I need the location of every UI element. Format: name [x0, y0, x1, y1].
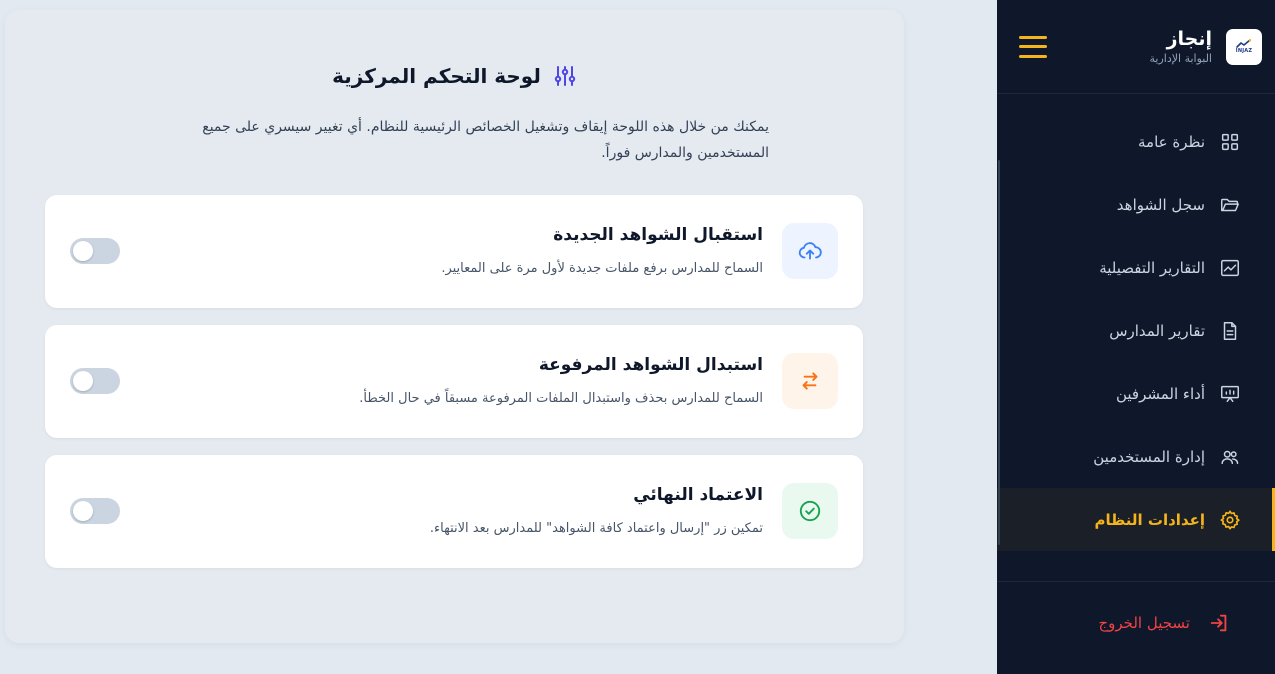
- sidebar-nav: نظرة عامة سجل الشواهد التقارير التفصيلية…: [997, 110, 1275, 551]
- toggle-knob: [73, 371, 93, 391]
- feature-card-replace-evidence: استبدال الشواهد المرفوعة السماح للمدارس …: [45, 325, 863, 438]
- brand-logo[interactable]: INJAZ: [1226, 28, 1262, 65]
- card-icon-box: [782, 483, 838, 539]
- sidebar: INJAZ إنجاز البوابة الإدارية نظرة عامة س…: [997, 0, 1275, 674]
- sidebar-item-label: إعدادات النظام: [1094, 510, 1205, 529]
- sidebar-item-label: التقارير التفصيلية: [1099, 258, 1205, 277]
- card-title: استبدال الشواهد المرفوعة: [538, 355, 763, 375]
- document-icon: [1223, 321, 1237, 340]
- sidebar-item-detailed-reports[interactable]: التقارير التفصيلية: [997, 236, 1275, 299]
- card-title: استقبال الشواهد الجديدة: [553, 225, 763, 245]
- brand-name: إنجاز: [1166, 28, 1212, 51]
- sidebar-item-label: أداء المشرفين: [1115, 384, 1205, 403]
- sidebar-item-overview[interactable]: نظرة عامة: [997, 110, 1275, 173]
- toggle-knob: [73, 241, 93, 261]
- logo-text: INJAZ: [1235, 48, 1253, 54]
- feature-card-final-approval: الاعتماد النهائي تمكين زر "إرسال واعتماد…: [45, 455, 863, 568]
- sidebar-item-label: إدارة المستخدمين: [1093, 447, 1205, 466]
- logout-label: تسجيل الخروج: [1098, 614, 1190, 632]
- toggle-final-approval[interactable]: [70, 498, 120, 524]
- sidebar-item-school-reports[interactable]: تقارير المدارس: [997, 299, 1275, 362]
- page-title-text: لوحة التحكم المركزية: [332, 64, 541, 88]
- folder-open-icon: [1221, 198, 1239, 211]
- sidebar-divider: [997, 581, 1275, 582]
- sidebar-scrollbar[interactable]: [998, 160, 1000, 545]
- sidebar-item-system-settings[interactable]: إعدادات النظام: [997, 488, 1275, 551]
- sidebar-item-supervisors-performance[interactable]: أداء المشرفين: [997, 362, 1275, 425]
- sidebar-item-label: سجل الشواهد: [1116, 195, 1205, 214]
- sidebar-item-evidence-log[interactable]: سجل الشواهد: [997, 173, 1275, 236]
- card-description: السماح للمدارس برفع ملفات جديدة لأول مرة…: [441, 261, 763, 276]
- card-icon-box: [782, 353, 838, 409]
- card-title: الاعتماد النهائي: [633, 485, 763, 505]
- page-description: يمكنك من خلال هذه اللوحة إيقاف وتشغيل ال…: [202, 119, 769, 161]
- page-title: لوحة التحكم المركزية: [5, 64, 904, 88]
- cloud-upload-icon: [798, 242, 822, 260]
- card-icon-box: [782, 223, 838, 279]
- toggle-knob: [73, 501, 93, 521]
- grid-icon: [1221, 133, 1239, 150]
- logout-icon: [1210, 614, 1227, 632]
- sidebar-item-label: تقارير المدارس: [1109, 321, 1205, 340]
- feature-card-new-evidence: استقبال الشواهد الجديدة السماح للمدارس ب…: [45, 195, 863, 308]
- logout-button[interactable]: تسجيل الخروج: [1098, 612, 1230, 634]
- hamburger-menu-icon[interactable]: [1019, 35, 1047, 58]
- brand-header: INJAZ إنجاز البوابة الإدارية: [997, 0, 1275, 94]
- brand-subtitle: البوابة الإدارية: [1149, 51, 1212, 65]
- sidebar-item-user-management[interactable]: إدارة المستخدمين: [997, 425, 1275, 488]
- users-icon: [1221, 450, 1239, 464]
- presentation-icon: [1221, 385, 1239, 402]
- sidebar-item-label: نظرة عامة: [1138, 132, 1205, 151]
- toggle-new-evidence[interactable]: [70, 238, 120, 264]
- card-description: السماح للمدارس بحذف واستبدال الملفات الم…: [359, 391, 763, 406]
- toggle-replace-evidence[interactable]: [70, 368, 120, 394]
- gear-icon: [1220, 509, 1240, 530]
- card-description: تمكين زر "إرسال واعتماد كافة الشواهد" لل…: [429, 521, 763, 536]
- control-panel: لوحة التحكم المركزية يمكنك من خلال هذه ا…: [5, 10, 904, 643]
- brand-text: إنجاز البوابة الإدارية: [1047, 28, 1212, 65]
- check-circle-icon: [799, 500, 821, 522]
- line-chart-icon: [1221, 259, 1239, 276]
- swap-arrows-icon: [802, 372, 818, 390]
- sliders-icon: [554, 66, 576, 86]
